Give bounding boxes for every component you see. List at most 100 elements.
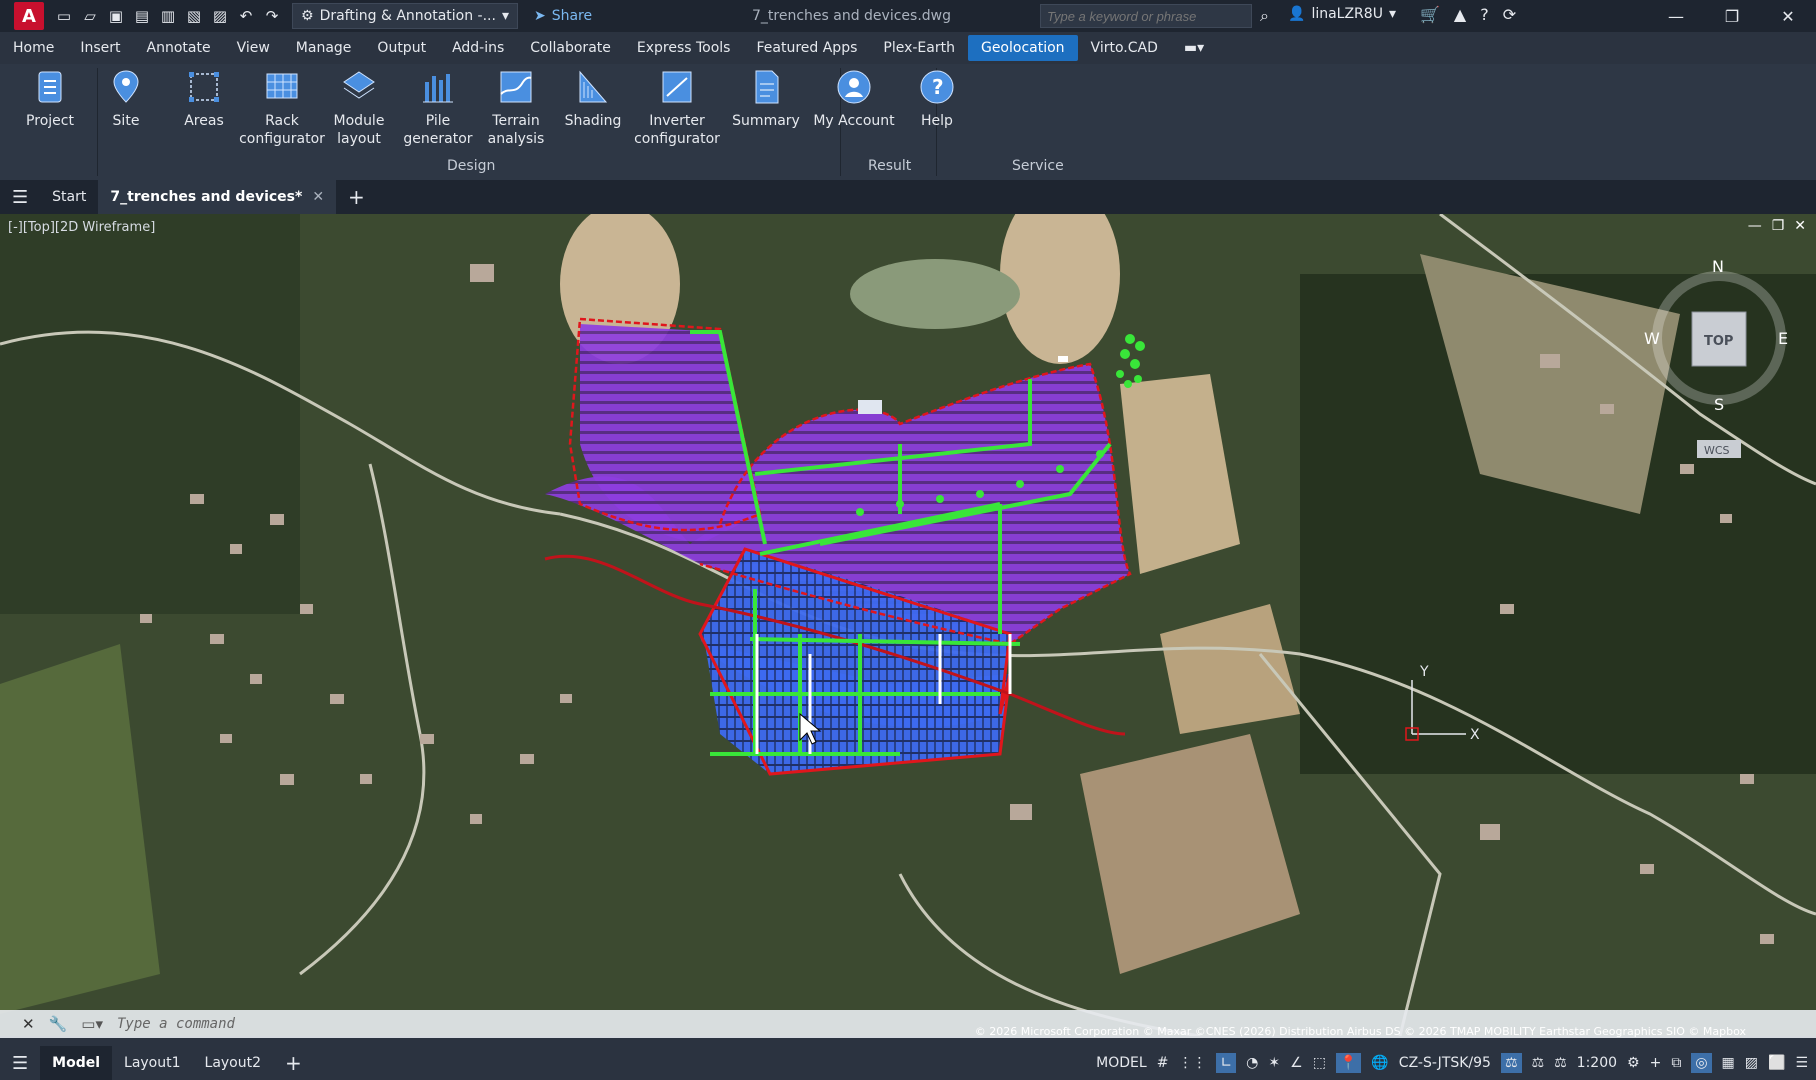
user-menu[interactable]: 👤 linaLZR8U ▾ — [1288, 6, 1396, 22]
ortho-icon[interactable]: ∟ — [1216, 1053, 1237, 1073]
ribbon-tool-areas[interactable]: Areas — [160, 68, 248, 130]
units-icon[interactable]: ⧉ — [1671, 1055, 1681, 1071]
ribbon-tool-label: Rack configurator — [239, 113, 325, 147]
minimize-icon[interactable]: — — [1648, 0, 1704, 32]
gear-icon[interactable]: ⚙ — [1627, 1055, 1640, 1071]
ribbon-tool-summary[interactable]: Summary — [722, 68, 810, 130]
menu-tab-featured-apps[interactable]: Featured Apps — [743, 35, 870, 61]
clean-screen-icon[interactable]: ▨ — [1745, 1055, 1758, 1071]
command-input[interactable]: Type a command — [117, 1016, 235, 1032]
share-button[interactable]: ➤ Share — [534, 8, 592, 24]
menu-tab-annotate[interactable]: Annotate — [134, 35, 224, 61]
ribbon-tool-terrain[interactable]: Terrain analysis — [472, 68, 560, 148]
ribbon-tool-label: Pile generator — [403, 113, 473, 147]
globe-icon[interactable]: 🌐 — [1371, 1055, 1388, 1071]
menu-tab-view[interactable]: View — [224, 35, 283, 61]
menu-tab-collaborate[interactable]: Collaborate — [517, 35, 624, 61]
polar-icon[interactable]: ◔ — [1246, 1055, 1258, 1071]
ribbon-tool-rack[interactable]: Rack configurator — [238, 68, 326, 148]
ribbon-tool-project[interactable]: Project — [6, 68, 94, 130]
ucs-y-label: Y — [1419, 664, 1429, 680]
file-tabs-menu-icon[interactable]: ☰ — [0, 180, 40, 214]
close-icon[interactable]: ✕ — [1760, 0, 1816, 32]
command-close-icon[interactable]: ✕ — [22, 1015, 35, 1033]
auto-scale-icon[interactable]: ⚖ — [1554, 1055, 1567, 1071]
autodesk-a360-icon[interactable]: ▲ — [1454, 5, 1466, 24]
terrain-icon — [497, 68, 535, 106]
tab-model[interactable]: Model — [40, 1046, 113, 1080]
new-file-icon[interactable]: ▭ — [54, 6, 74, 26]
viewport-label[interactable]: [-][Top][2D Wireframe] — [8, 220, 155, 235]
ribbon-tool-inverter[interactable]: Inverter configurator — [633, 68, 721, 148]
menu-tab-virto-cad[interactable]: Virto.CAD — [1078, 35, 1171, 61]
menu-tab-plex-earth[interactable]: Plex-Earth — [870, 35, 968, 61]
command-history-icon[interactable]: ▭▾ — [81, 1015, 103, 1033]
annotation-visibility-icon[interactable]: ⚖ — [1532, 1055, 1545, 1071]
menu-tab-add-ins[interactable]: Add-ins — [439, 35, 517, 61]
save-icon[interactable]: ▣ — [106, 6, 126, 26]
geolocation-pin-icon[interactable]: 📍 — [1335, 1053, 1362, 1073]
osnap-icon[interactable]: ✶ — [1268, 1055, 1280, 1071]
menu-tab-home[interactable]: Home — [0, 35, 67, 61]
annotation-scale-icon[interactable]: ⚖ — [1500, 1053, 1522, 1073]
customization-icon[interactable]: ☰ — [1795, 1055, 1808, 1071]
annotation-scale[interactable]: 1:200 — [1577, 1055, 1617, 1071]
workspace-dropdown[interactable]: ⚙ Drafting & Annotation -... ▾ — [292, 3, 518, 29]
print-icon[interactable]: ▨ — [210, 6, 230, 26]
add-layout-button[interactable]: + — [273, 1046, 314, 1080]
ribbon-tool-site-pin[interactable]: Site — [82, 68, 170, 130]
minimize-icon[interactable]: — — [1748, 218, 1762, 234]
restore-icon[interactable]: ❐ — [1704, 0, 1760, 32]
grid-icon[interactable]: # — [1157, 1055, 1169, 1071]
coordinate-system[interactable]: CZ-S-JTSK/95 — [1399, 1055, 1491, 1071]
restore-icon[interactable]: ❐ — [1772, 218, 1785, 234]
plus-icon[interactable]: + — [1650, 1055, 1662, 1071]
areas-icon — [185, 68, 223, 106]
isolate-icon[interactable]: ◎ — [1691, 1053, 1712, 1073]
tab-layout1[interactable]: Layout1 — [112, 1046, 193, 1080]
new-tab-button[interactable]: + — [336, 180, 377, 214]
menu-tab-output[interactable]: Output — [364, 35, 439, 61]
ribbon-tool-label: Project — [26, 113, 74, 129]
snap-icon[interactable]: ⋮⋮ — [1178, 1055, 1206, 1071]
hardware-acceleration-icon[interactable]: ▦ — [1722, 1055, 1735, 1071]
help-icon: ? — [918, 68, 956, 106]
menu-tab-geolocation[interactable]: Geolocation — [967, 35, 1078, 61]
ribbon-tool-shading[interactable]: Shading — [549, 68, 637, 130]
menu-tab-insert[interactable]: Insert — [67, 35, 133, 61]
ribbon-toggle-icon[interactable]: ▬▾ — [1171, 35, 1217, 61]
summary-icon — [747, 68, 785, 106]
redo-icon[interactable]: ↷ — [262, 6, 282, 26]
status-menu-icon[interactable]: ☰ — [0, 1046, 40, 1080]
publish-icon[interactable]: ▥ — [158, 6, 178, 26]
tab-active-drawing[interactable]: 7_trenches and devices* ✕ — [98, 180, 337, 214]
save-as-icon[interactable]: ▤ — [132, 6, 152, 26]
ribbon-tool-pile[interactable]: Pile generator — [394, 68, 482, 148]
inverter-icon — [658, 68, 696, 106]
menu-tab-manage[interactable]: Manage — [283, 35, 365, 61]
drawing-canvas[interactable]: Y X TOP N W E S WCS [-][Top][2D Wirefram… — [0, 214, 1816, 1036]
sync-icon[interactable]: ⟳ — [1503, 5, 1516, 24]
ribbon-tool-help[interactable]: ? Help — [893, 68, 981, 130]
help-circle-icon[interactable]: ? — [1480, 5, 1489, 24]
close-icon[interactable]: ✕ — [312, 189, 324, 205]
ribbon-tool-account[interactable]: My Account — [810, 68, 898, 130]
cart-icon[interactable]: 🛒 — [1420, 5, 1440, 24]
close-icon[interactable]: ✕ — [1794, 218, 1806, 234]
wrench-icon[interactable]: 🔧 — [49, 1015, 68, 1033]
open-folder-icon[interactable]: ▱ — [80, 6, 100, 26]
ribbon-tool-module[interactable]: Module layout — [315, 68, 403, 148]
fullscreen-icon[interactable]: ⬜ — [1768, 1055, 1785, 1071]
selection-icon[interactable]: ⬚ — [1313, 1055, 1326, 1071]
plot-icon[interactable]: ▧ — [184, 6, 204, 26]
object-snap-tracking-icon[interactable]: ∠ — [1290, 1055, 1303, 1071]
search-icon[interactable]: ⌕ — [1260, 6, 1269, 26]
tab-start[interactable]: Start — [40, 180, 98, 214]
model-space-toggle[interactable]: MODEL — [1096, 1055, 1147, 1071]
wcs-label: WCS — [1704, 444, 1730, 457]
search-input[interactable] — [1040, 4, 1252, 28]
tab-layout2[interactable]: Layout2 — [193, 1046, 274, 1080]
undo-icon[interactable]: ↶ — [236, 6, 256, 26]
menu-tab-express-tools[interactable]: Express Tools — [624, 35, 744, 61]
app-menu-button[interactable]: A — [14, 2, 44, 30]
